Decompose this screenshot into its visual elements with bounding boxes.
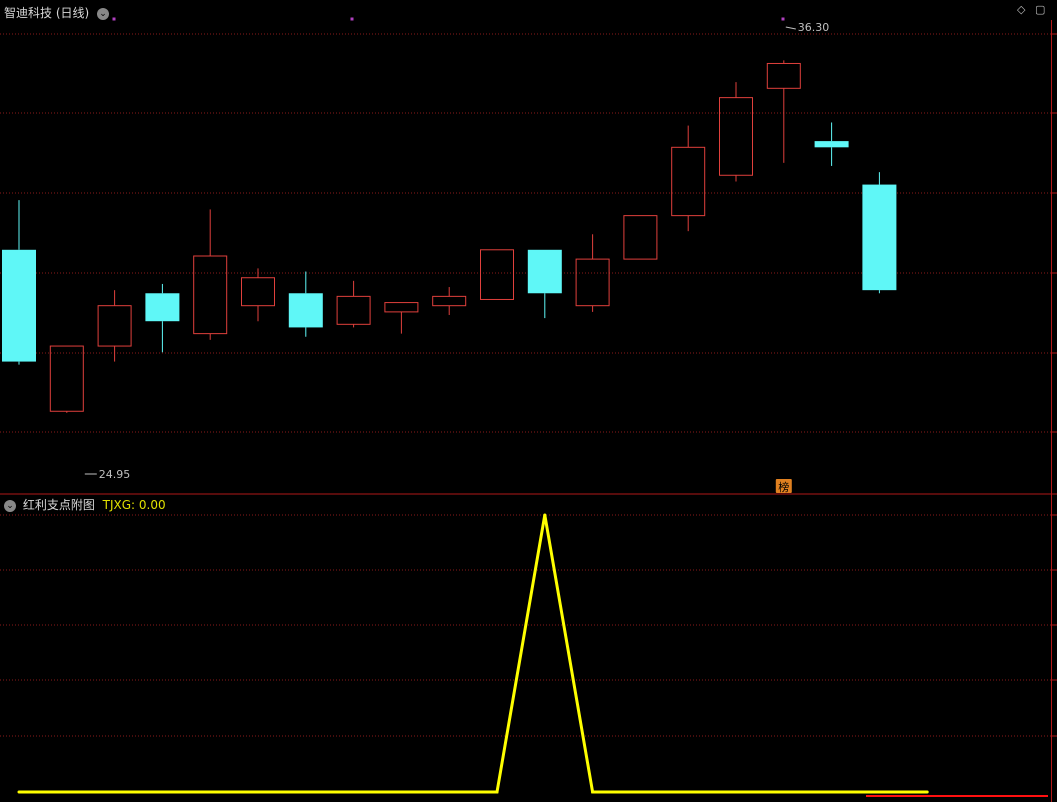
- candle-body-up: [766, 62, 801, 89]
- candle-body-down: [288, 293, 323, 328]
- badge-label: 榜: [778, 480, 789, 494]
- candle-body-up: [671, 146, 706, 217]
- indicator-point: [160, 790, 164, 794]
- diamond-icon[interactable]: ◇: [1017, 3, 1025, 16]
- candle-body-down: [145, 293, 180, 322]
- indicator-point: [447, 790, 451, 794]
- indicator-point: [782, 790, 786, 794]
- candle-body-down: [814, 141, 849, 148]
- signal-marker: [781, 17, 785, 21]
- candle-body-up: [575, 258, 610, 307]
- stock-title-group: 智迪科技 (日线) ⌄: [4, 4, 110, 21]
- candle-body-up: [49, 345, 84, 412]
- indicator-point: [734, 790, 738, 794]
- price-annotation-leader: [785, 26, 796, 30]
- stock-chart-canvas[interactable]: 36.30 24.95 榜: [0, 0, 1057, 802]
- indicator-point: [495, 790, 499, 794]
- candle-body-down: [862, 184, 897, 291]
- indicator-point: [543, 513, 547, 517]
- indicator-value: TJXG: 0.00: [102, 498, 166, 512]
- indicator-line-tjxg: [19, 514, 928, 794]
- candle-body-up: [384, 302, 419, 313]
- indicator-title-group: ⌄ 红利支点附图 TJXG: 0.00: [4, 496, 166, 513]
- indicator-point: [830, 790, 834, 794]
- indicator-point: [591, 790, 595, 794]
- indicator-title: 红利支点附图: [22, 498, 95, 512]
- indicator-point: [399, 790, 403, 794]
- candle-body-up: [623, 215, 658, 260]
- indicator-point: [65, 790, 69, 794]
- indicator-point: [17, 790, 21, 794]
- signal-marker: [112, 17, 116, 21]
- indicator-point: [686, 790, 690, 794]
- price-annotation-label: 36.30: [798, 21, 830, 34]
- price-annotation-label: 24.95: [99, 468, 131, 481]
- stock-title: 智迪科技 (日线): [4, 6, 90, 20]
- indicator-point: [256, 790, 260, 794]
- indicator-point: [304, 790, 308, 794]
- indicator-point: [352, 790, 356, 794]
- candle-body-up: [336, 295, 371, 325]
- indicator-point: [113, 790, 117, 794]
- chevron-down-icon[interactable]: ⌄: [4, 499, 16, 512]
- candle-body-up: [480, 249, 514, 300]
- candle-body-up: [97, 305, 132, 347]
- indicator-point: [208, 790, 212, 794]
- candle-body-up: [432, 295, 467, 307]
- candle-body-down: [2, 249, 36, 362]
- candle-body-up: [241, 277, 275, 307]
- signal-marker: [350, 17, 354, 21]
- indicator-point: [638, 790, 642, 794]
- indicator-point: [877, 790, 881, 794]
- maximize-icon[interactable]: ▢: [1035, 3, 1045, 16]
- candle-body-up: [193, 255, 228, 335]
- candle-body-up: [719, 97, 753, 176]
- candle-body-down: [527, 249, 562, 294]
- indicator-point: [925, 790, 929, 794]
- chevron-down-icon[interactable]: ⌄: [97, 7, 110, 20]
